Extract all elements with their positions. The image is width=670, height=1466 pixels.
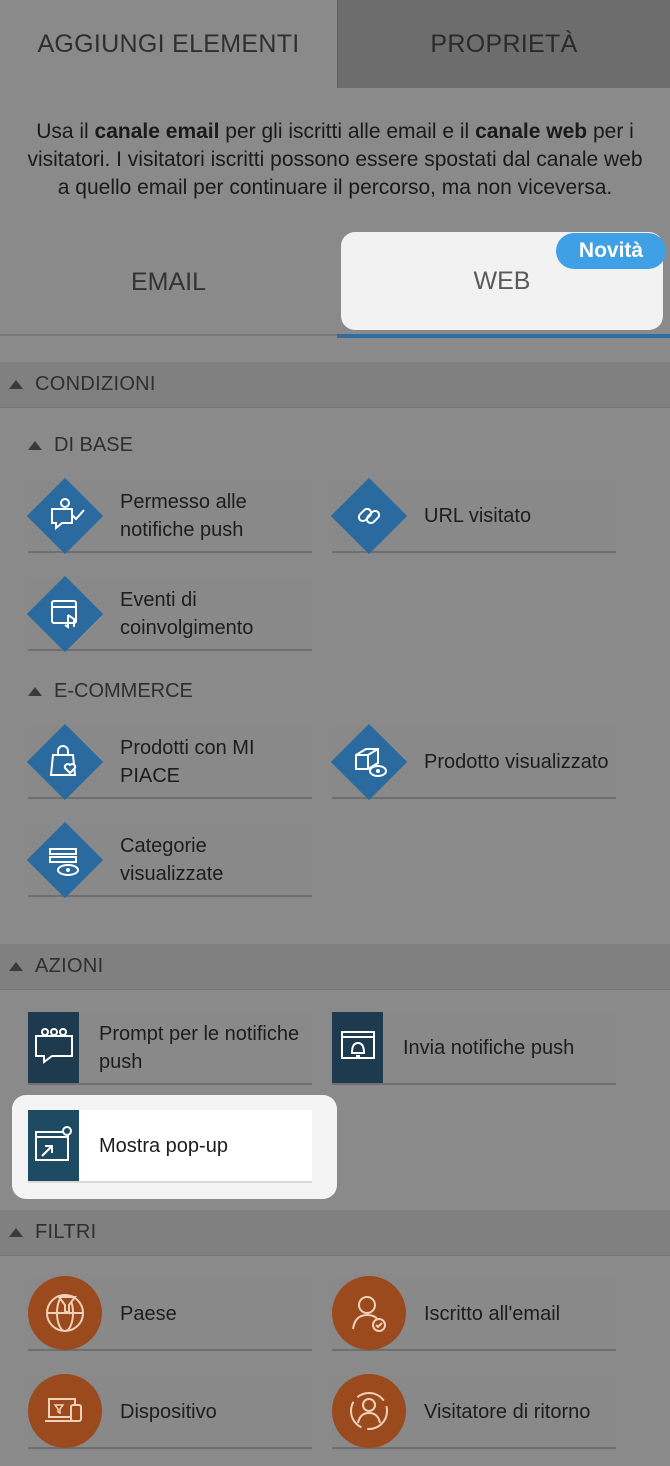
item-label: Prodotti con MI PIACE <box>120 736 255 787</box>
section-actions[interactable]: AZIONI <box>0 944 670 990</box>
item-product-viewed[interactable]: Prodotto visualizzato <box>330 723 616 801</box>
item-show-popup[interactable]: Mostra pop-up <box>28 1110 312 1183</box>
collapse-triangle-icon <box>9 380 23 389</box>
tap-icon <box>51 600 77 629</box>
collapse-triangle-icon <box>9 962 23 971</box>
section-filters[interactable]: FILTRI <box>0 1210 670 1256</box>
item-label: Prompt per le notifiche push <box>99 1022 300 1073</box>
chat-check-icon <box>51 498 85 531</box>
section-label: CONDIZIONI <box>35 373 156 395</box>
popup-icon <box>35 1126 72 1161</box>
new-badge: Novità <box>556 233 666 269</box>
section-label: FILTRI <box>35 1221 97 1243</box>
box-eye-icon <box>355 748 387 777</box>
globe-funnel-icon <box>46 1294 84 1332</box>
tab-properties[interactable]: PROPRIETÀ <box>337 0 670 88</box>
item-label: Permesso alle notifiche push <box>120 490 247 541</box>
item-label: Categorie visualizzate <box>120 834 224 885</box>
item-label: Paese <box>120 1302 177 1325</box>
item-label: Invia notifiche push <box>403 1036 575 1059</box>
top-tabs: AGGIUNGI ELEMENTI PROPRIETÀ <box>0 0 670 88</box>
item-returning-visitor[interactable]: Visitatore di ritorno <box>332 1374 616 1449</box>
item-label: Prodotto visualizzato <box>424 750 609 773</box>
item-label: URL visitato <box>424 504 532 527</box>
item-email-subscriber[interactable]: Iscritto all'email <box>332 1276 616 1351</box>
intro-bold-email: canale email <box>94 120 220 143</box>
item-label: Visitatore di ritorno <box>424 1400 591 1423</box>
devices-icon <box>45 1398 82 1422</box>
item-label: Dispositivo <box>120 1400 217 1423</box>
bag-heart-icon <box>49 745 77 776</box>
channel-description: Usa il canale email per gli iscritti all… <box>20 118 650 202</box>
bell-window-icon <box>341 1031 375 1059</box>
item-liked-products[interactable]: Prodotti con MI PIACE <box>26 723 312 801</box>
returning-user-icon <box>350 1392 388 1430</box>
item-url-visited[interactable]: URL visitato <box>330 477 616 555</box>
section-label: AZIONI <box>35 955 104 977</box>
item-categories-viewed[interactable]: Categorie visualizzate <box>26 821 312 899</box>
item-label: Eventi di coinvolgimento <box>120 588 254 639</box>
item-label: Iscritto all'email <box>424 1302 561 1325</box>
list-eye-icon <box>49 848 79 876</box>
intro-bold-web: canale web <box>475 120 588 143</box>
collapse-triangle-icon <box>9 1228 23 1237</box>
subsection-basic[interactable]: DI BASE <box>28 434 133 457</box>
tab-add-elements[interactable]: AGGIUNGI ELEMENTI <box>0 0 337 88</box>
prompt-icon <box>35 1028 73 1064</box>
tab-email-channel[interactable]: EMAIL <box>0 230 337 336</box>
subsection-label: DI BASE <box>54 434 133 456</box>
item-push-permission[interactable]: Permesso alle notifiche push <box>26 477 312 555</box>
subsection-ecommerce[interactable]: E-COMMERCE <box>28 680 193 703</box>
item-engagement-events[interactable]: Eventi di coinvolgimento <box>26 575 312 653</box>
collapse-triangle-icon <box>28 441 42 450</box>
intro-text-1: Usa il <box>36 120 95 143</box>
item-push-prompt[interactable]: Prompt per le notifiche push <box>28 1012 312 1085</box>
item-label: Mostra pop-up <box>99 1134 228 1157</box>
link-icon <box>357 507 381 525</box>
intro-text-2: per gli iscritti alle email e il <box>219 120 476 143</box>
item-country[interactable]: Paese <box>28 1276 312 1351</box>
section-conditions[interactable]: CONDIZIONI <box>0 362 670 408</box>
web-tab-underline <box>337 334 670 338</box>
collapse-triangle-icon <box>28 687 42 696</box>
user-check-icon <box>352 1296 386 1332</box>
item-send-push[interactable]: Invia notifiche push <box>332 1012 616 1085</box>
subsection-label: E-COMMERCE <box>54 680 193 702</box>
item-device[interactable]: Dispositivo <box>28 1374 312 1449</box>
